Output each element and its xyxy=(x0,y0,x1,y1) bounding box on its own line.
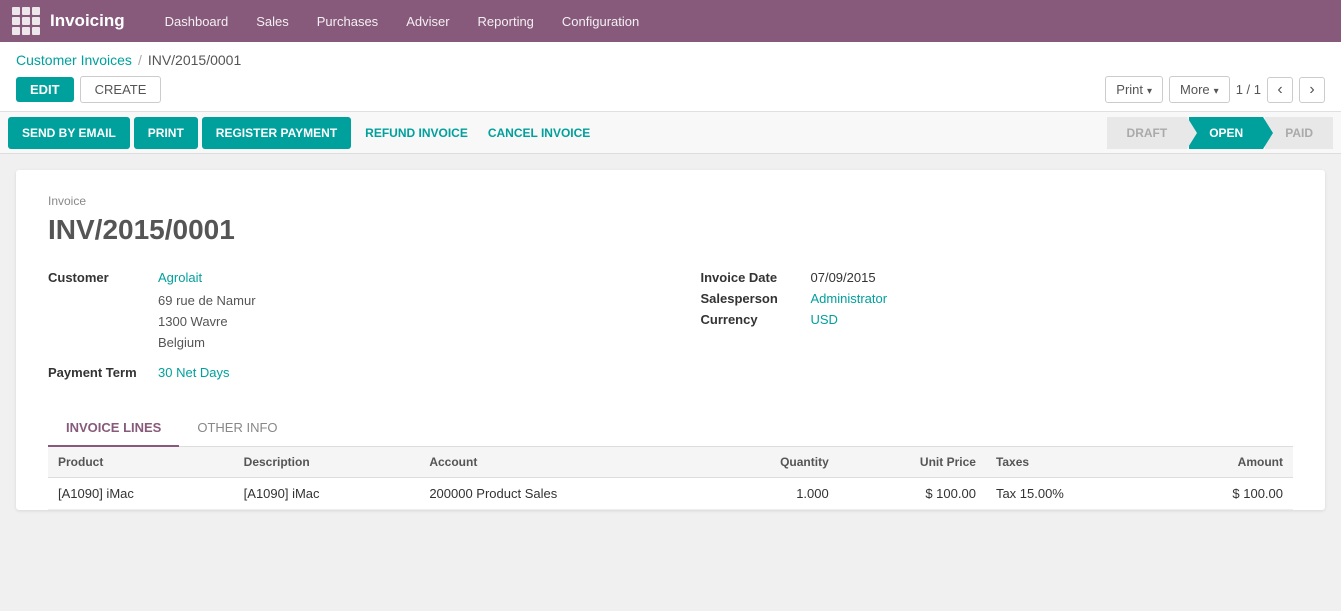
breadcrumb-bar: Customer Invoices / INV/2015/0001 EDIT C… xyxy=(0,42,1341,112)
currency-field: Currency USD xyxy=(701,312,1294,327)
invoice-date-field: Invoice Date 07/09/2015 xyxy=(701,270,1294,285)
right-field-col: Invoice Date 07/09/2015 Salesperson Admi… xyxy=(701,270,1294,386)
left-field-col: Customer Agrolait 69 rue de Namur 1300 W… xyxy=(48,270,641,386)
action-row: EDIT CREATE Print More 1 / 1 xyxy=(16,76,1325,111)
table-row[interactable]: [A1090] iMac [A1090] iMac 200000 Product… xyxy=(48,478,1293,510)
cell-unit-price: $ 100.00 xyxy=(839,478,986,510)
customer-name[interactable]: Agrolait xyxy=(158,270,202,285)
currency-label: Currency xyxy=(701,312,811,327)
status-steps: DRAFT OPEN PAID xyxy=(1107,112,1333,154)
main-content: Invoice INV/2015/0001 Customer Agrolait … xyxy=(0,154,1341,526)
create-button[interactable]: CREATE xyxy=(80,76,162,103)
refund-invoice-button[interactable]: REFUND INVOICE xyxy=(355,117,478,149)
customer-field: Customer Agrolait xyxy=(48,270,641,285)
print-chevron xyxy=(1147,82,1152,97)
cell-quantity: 1.000 xyxy=(706,478,839,510)
customer-address: 69 rue de Namur 1300 Wavre Belgium xyxy=(158,291,641,353)
breadcrumb-current: INV/2015/0001 xyxy=(148,52,241,68)
payment-term-field: Payment Term 30 Net Days xyxy=(48,365,641,380)
col-unit-price: Unit Price xyxy=(839,447,986,478)
salesperson-field: Salesperson Administrator xyxy=(701,291,1294,306)
next-page-button[interactable] xyxy=(1299,77,1325,103)
step-draft: DRAFT xyxy=(1107,117,1188,149)
address-line-1: 69 rue de Namur xyxy=(158,291,641,312)
tabs: INVOICE LINES OTHER INFO xyxy=(48,410,1293,447)
invoice-label: Invoice xyxy=(48,194,1293,208)
print-button[interactable]: Print xyxy=(1105,76,1163,103)
cell-account: 200000 Product Sales xyxy=(419,478,705,510)
customer-label: Customer xyxy=(48,270,158,285)
col-amount: Amount xyxy=(1156,447,1293,478)
more-chevron xyxy=(1214,82,1219,97)
tab-invoice-lines[interactable]: INVOICE LINES xyxy=(48,410,179,447)
nav-purchases[interactable]: Purchases xyxy=(305,0,390,42)
payment-term-label: Payment Term xyxy=(48,365,158,380)
col-description: Description xyxy=(234,447,420,478)
tab-other-info[interactable]: OTHER INFO xyxy=(179,410,295,447)
invoice-card: Invoice INV/2015/0001 Customer Agrolait … xyxy=(16,170,1325,510)
status-bar: SEND BY EMAIL PRINT REGISTER PAYMENT REF… xyxy=(0,112,1341,154)
invoice-date-value: 07/09/2015 xyxy=(811,270,876,285)
invoice-number: INV/2015/0001 xyxy=(48,214,1293,246)
send-by-email-button[interactable]: SEND BY EMAIL xyxy=(8,117,130,149)
nav-adviser[interactable]: Adviser xyxy=(394,0,461,42)
cell-amount: $ 100.00 xyxy=(1156,478,1293,510)
address-line-3: Belgium xyxy=(158,333,641,354)
col-quantity: Quantity xyxy=(706,447,839,478)
prev-page-button[interactable] xyxy=(1267,77,1293,103)
more-button[interactable]: More xyxy=(1169,76,1230,103)
chevron-right-icon xyxy=(1309,81,1314,99)
app-grid-icon[interactable] xyxy=(12,7,40,35)
salesperson-value[interactable]: Administrator xyxy=(811,291,888,306)
app-title: Invoicing xyxy=(50,11,125,31)
nav-sales[interactable]: Sales xyxy=(244,0,301,42)
chevron-left-icon xyxy=(1277,81,1282,99)
edit-button[interactable]: EDIT xyxy=(16,77,74,102)
pagination-count: 1 / 1 xyxy=(1236,82,1261,97)
currency-value[interactable]: USD xyxy=(811,312,838,327)
top-navigation: Invoicing Dashboard Sales Purchases Advi… xyxy=(0,0,1341,42)
nav-configuration[interactable]: Configuration xyxy=(550,0,651,42)
step-open: OPEN xyxy=(1189,117,1263,149)
more-label: More xyxy=(1180,82,1210,97)
nav-links: Dashboard Sales Purchases Adviser Report… xyxy=(153,0,652,42)
print-label: Print xyxy=(1116,82,1143,97)
invoice-table: Product Description Account Quantity Uni… xyxy=(48,447,1293,510)
step-paid: PAID xyxy=(1265,117,1333,149)
register-payment-button[interactable]: REGISTER PAYMENT xyxy=(202,117,351,149)
cancel-invoice-button[interactable]: CANCEL INVOICE xyxy=(478,117,600,149)
nav-dashboard[interactable]: Dashboard xyxy=(153,0,241,42)
pagination: 1 / 1 xyxy=(1236,77,1325,103)
salesperson-label: Salesperson xyxy=(701,291,811,306)
cell-product: [A1090] iMac xyxy=(48,478,234,510)
cell-taxes: Tax 15.00% xyxy=(986,478,1156,510)
invoice-fields: Customer Agrolait 69 rue de Namur 1300 W… xyxy=(48,270,1293,386)
col-taxes: Taxes xyxy=(986,447,1156,478)
nav-reporting[interactable]: Reporting xyxy=(466,0,546,42)
breadcrumb-parent[interactable]: Customer Invoices xyxy=(16,52,132,68)
cell-description: [A1090] iMac xyxy=(234,478,420,510)
col-account: Account xyxy=(419,447,705,478)
invoice-date-label: Invoice Date xyxy=(701,270,811,285)
address-line-2: 1300 Wavre xyxy=(158,312,641,333)
breadcrumb: Customer Invoices / INV/2015/0001 xyxy=(16,52,1325,68)
breadcrumb-separator: / xyxy=(138,52,142,68)
payment-term-value[interactable]: 30 Net Days xyxy=(158,365,230,380)
print-action-button[interactable]: PRINT xyxy=(134,117,198,149)
col-product: Product xyxy=(48,447,234,478)
table-header-row: Product Description Account Quantity Uni… xyxy=(48,447,1293,478)
